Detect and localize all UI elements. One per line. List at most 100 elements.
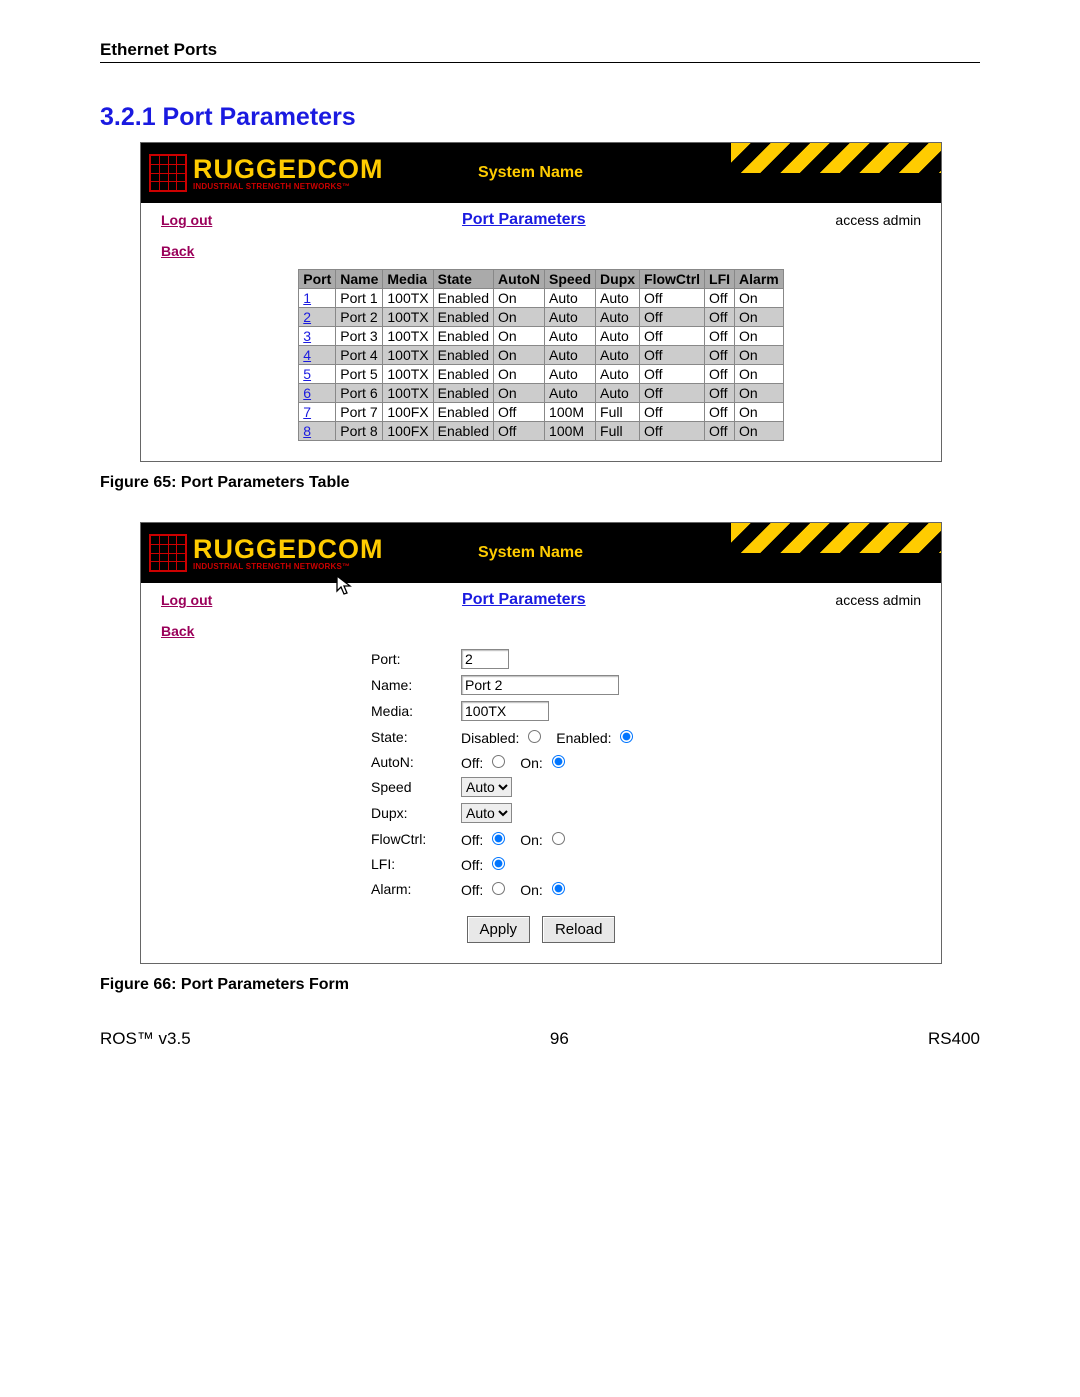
cell: 3 bbox=[299, 327, 336, 346]
port-link[interactable]: 8 bbox=[303, 423, 311, 439]
cell: 100M bbox=[545, 403, 596, 422]
col-port: Port bbox=[299, 270, 336, 289]
port-input[interactable] bbox=[461, 649, 509, 669]
label-off: Off: bbox=[461, 832, 483, 848]
port-parameters-table: PortNameMediaStateAutoNSpeedDupxFlowCtrl… bbox=[298, 269, 783, 441]
cell: Off bbox=[640, 365, 705, 384]
cell: On bbox=[735, 365, 784, 384]
apply-button[interactable]: Apply bbox=[467, 916, 531, 943]
table-row: 5Port 5100TXEnabledOnAutoAutoOffOffOn bbox=[299, 365, 783, 384]
port-link[interactable]: 2 bbox=[303, 309, 311, 325]
col-auton: AutoN bbox=[494, 270, 545, 289]
cell: Port 6 bbox=[336, 384, 383, 403]
port-link[interactable]: 4 bbox=[303, 347, 311, 363]
label-on: On: bbox=[520, 832, 543, 848]
brand-logo: RUGGEDCOM INDUSTRIAL STRENGTH NETWORKS™ bbox=[141, 534, 384, 572]
cell: Full bbox=[596, 422, 640, 441]
back-link[interactable]: Back bbox=[161, 243, 194, 259]
logo-grid-icon bbox=[149, 154, 187, 192]
lfi-off-radio[interactable] bbox=[492, 857, 505, 870]
logout-link[interactable]: Log out bbox=[161, 592, 212, 608]
cell: On bbox=[494, 327, 545, 346]
auton-off-radio[interactable] bbox=[492, 755, 505, 768]
logout-link[interactable]: Log out bbox=[161, 212, 212, 228]
footer-page-number: 96 bbox=[550, 1029, 569, 1049]
table-row: 2Port 2100TXEnabledOnAutoAutoOffOffOn bbox=[299, 308, 783, 327]
table-row: 3Port 3100TXEnabledOnAutoAutoOffOffOn bbox=[299, 327, 783, 346]
cell: Off bbox=[705, 308, 735, 327]
hazard-stripe-icon bbox=[731, 523, 941, 553]
figure-65-panel: RUGGEDCOM INDUSTRIAL STRENGTH NETWORKS™ … bbox=[140, 142, 942, 462]
cell: Off bbox=[705, 289, 735, 308]
cell: Off bbox=[640, 327, 705, 346]
cell: Port 4 bbox=[336, 346, 383, 365]
table-row: 4Port 4100TXEnabledOnAutoAutoOffOffOn bbox=[299, 346, 783, 365]
cell: Auto bbox=[596, 327, 640, 346]
cell: Auto bbox=[596, 308, 640, 327]
cell: Off bbox=[640, 308, 705, 327]
label-enabled: Enabled: bbox=[556, 730, 611, 746]
alarm-off-radio[interactable] bbox=[492, 882, 505, 895]
cell: Full bbox=[596, 403, 640, 422]
footer-right: RS400 bbox=[928, 1029, 980, 1049]
running-header: Ethernet Ports bbox=[100, 40, 980, 63]
cell: On bbox=[494, 384, 545, 403]
port-link[interactable]: 5 bbox=[303, 366, 311, 382]
label-speed: Speed bbox=[371, 779, 461, 795]
logo-grid-icon bbox=[149, 534, 187, 572]
cell: Off bbox=[705, 422, 735, 441]
cell: 100TX bbox=[383, 327, 433, 346]
label-name: Name: bbox=[371, 677, 461, 693]
cell: Port 8 bbox=[336, 422, 383, 441]
system-name: System Name bbox=[478, 544, 583, 562]
cell: 4 bbox=[299, 346, 336, 365]
access-level: access admin bbox=[835, 592, 921, 608]
reload-button[interactable]: Reload bbox=[542, 916, 616, 943]
alarm-on-radio[interactable] bbox=[552, 882, 565, 895]
port-link[interactable]: 1 bbox=[303, 290, 311, 306]
dupx-select[interactable]: Auto bbox=[461, 803, 512, 823]
auton-on-radio[interactable] bbox=[552, 755, 565, 768]
speed-select[interactable]: Auto bbox=[461, 777, 512, 797]
cell: Auto bbox=[545, 346, 596, 365]
port-link[interactable]: 3 bbox=[303, 328, 311, 344]
cell: On bbox=[735, 289, 784, 308]
cell: Enabled bbox=[433, 346, 493, 365]
hazard-stripe-icon bbox=[731, 143, 941, 173]
label-on: On: bbox=[520, 755, 543, 771]
label-media: Media: bbox=[371, 703, 461, 719]
cell: Off bbox=[640, 422, 705, 441]
back-link[interactable]: Back bbox=[161, 623, 194, 639]
cell: Auto bbox=[545, 365, 596, 384]
cell: On bbox=[494, 308, 545, 327]
cell: Off bbox=[705, 327, 735, 346]
cell: Auto bbox=[545, 308, 596, 327]
cell: 100TX bbox=[383, 384, 433, 403]
name-input[interactable] bbox=[461, 675, 619, 695]
cell: Off bbox=[705, 384, 735, 403]
port-link[interactable]: 6 bbox=[303, 385, 311, 401]
cell: On bbox=[735, 327, 784, 346]
col-speed: Speed bbox=[545, 270, 596, 289]
label-auton: AutoN: bbox=[371, 754, 461, 770]
col-lfi: LFI bbox=[705, 270, 735, 289]
system-name: System Name bbox=[478, 164, 583, 182]
label-on: On: bbox=[520, 882, 543, 898]
cell: 8 bbox=[299, 422, 336, 441]
state-enabled-radio[interactable] bbox=[620, 730, 633, 743]
media-input[interactable] bbox=[461, 701, 549, 721]
cell: On bbox=[735, 422, 784, 441]
col-alarm: Alarm bbox=[735, 270, 784, 289]
state-disabled-radio[interactable] bbox=[528, 730, 541, 743]
table-row: 6Port 6100TXEnabledOnAutoAutoOffOffOn bbox=[299, 384, 783, 403]
port-link[interactable]: 7 bbox=[303, 404, 311, 420]
cell: 5 bbox=[299, 365, 336, 384]
flow-off-radio[interactable] bbox=[492, 832, 505, 845]
cell: 1 bbox=[299, 289, 336, 308]
cell: Off bbox=[494, 422, 545, 441]
cell: Port 7 bbox=[336, 403, 383, 422]
cell: Enabled bbox=[433, 289, 493, 308]
logo-text: RUGGEDCOM INDUSTRIAL STRENGTH NETWORKS™ bbox=[193, 156, 384, 191]
flow-on-radio[interactable] bbox=[552, 832, 565, 845]
label-off: Off: bbox=[461, 882, 483, 898]
